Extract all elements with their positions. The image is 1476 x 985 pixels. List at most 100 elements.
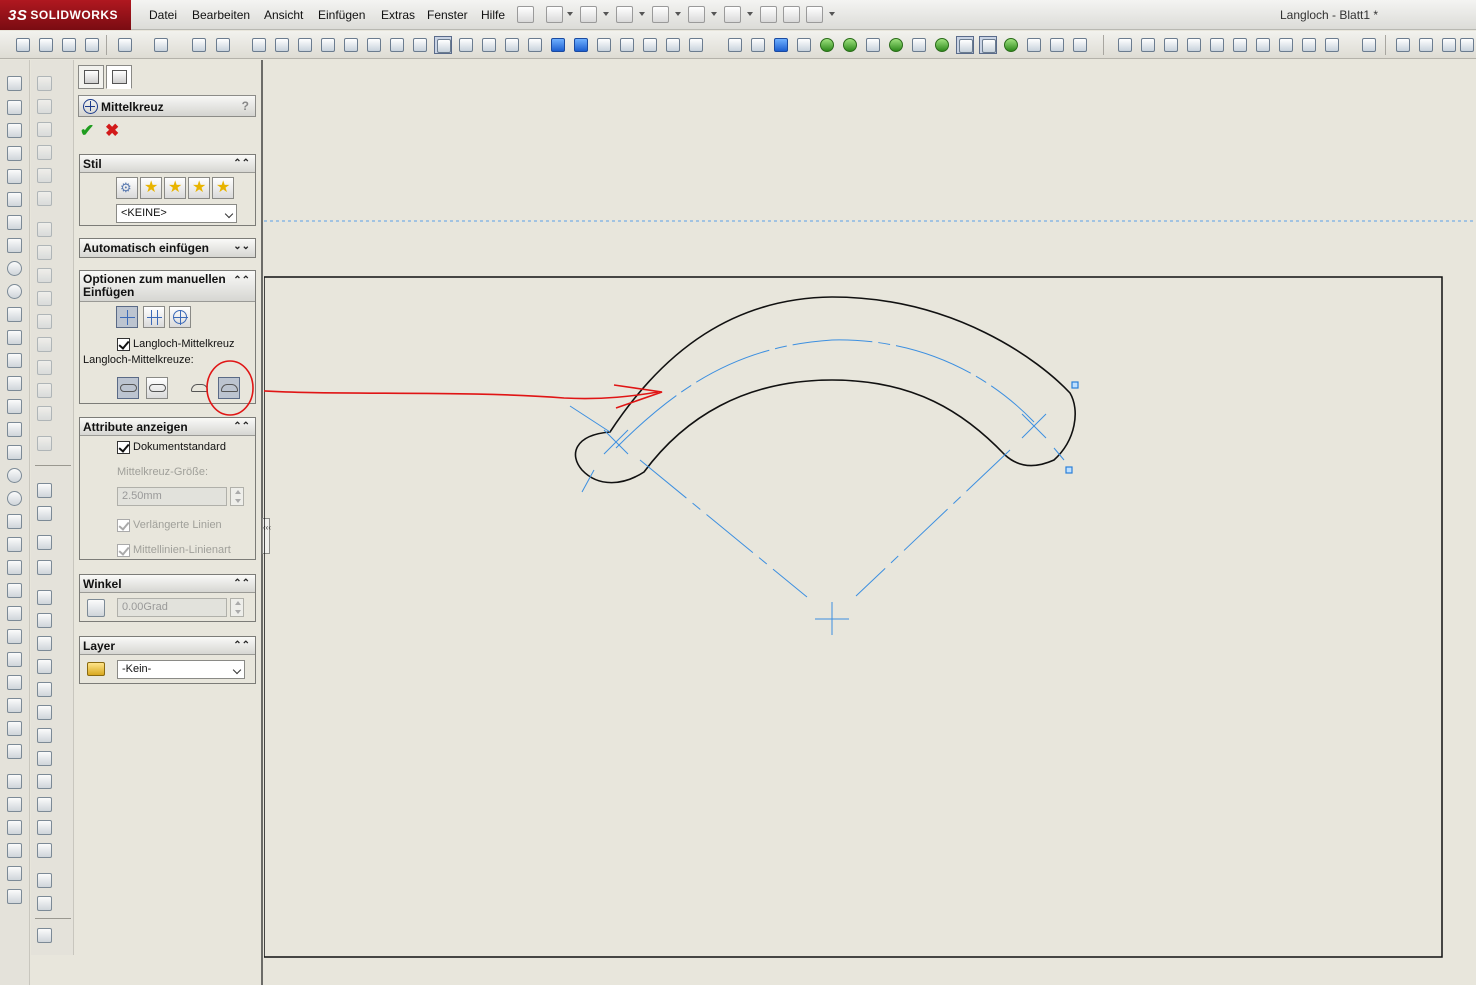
geometric-tolerance-icon[interactable] xyxy=(1254,36,1272,54)
circular-pattern-icon[interactable] xyxy=(7,744,22,759)
save-icon[interactable] xyxy=(616,6,633,23)
magnet-icon[interactable] xyxy=(7,675,22,690)
diamond-icon[interactable] xyxy=(7,399,22,414)
linear-center-mark-button[interactable] xyxy=(143,306,165,328)
menu-extras[interactable]: Extras xyxy=(381,8,415,22)
single-center-mark-button[interactable] xyxy=(116,306,138,328)
solidworks-logo[interactable]: 3S SOLIDWORKS xyxy=(0,0,131,30)
block-icon[interactable] xyxy=(1417,36,1435,54)
mark-size-input[interactable]: 2.50mm xyxy=(117,487,227,506)
add-style-button[interactable]: ★ xyxy=(140,177,162,199)
angle-spinner[interactable] xyxy=(230,598,244,617)
view-front-icon[interactable] xyxy=(250,36,268,54)
section-view-icon[interactable] xyxy=(526,36,544,54)
sum-icon[interactable] xyxy=(1277,36,1295,54)
document-standard-checkbox[interactable] xyxy=(117,441,130,454)
point-icon[interactable] xyxy=(7,215,22,230)
select-dropdown-icon[interactable] xyxy=(747,12,753,16)
options-dropdown-icon[interactable] xyxy=(829,12,835,16)
note-annot-icon[interactable] xyxy=(37,590,52,605)
view-back-icon[interactable] xyxy=(273,36,291,54)
balloon-annot-icon[interactable] xyxy=(37,613,52,628)
broken-view-icon[interactable] xyxy=(37,191,52,206)
spell-check-icon[interactable] xyxy=(60,36,78,54)
predefined-view-icon[interactable] xyxy=(37,383,52,398)
scene-icon[interactable] xyxy=(749,36,767,54)
circle-icon[interactable] xyxy=(7,261,22,276)
view-palette-icon[interactable] xyxy=(37,436,52,451)
trim-icon[interactable] xyxy=(7,146,22,161)
smart-dim-annot-icon[interactable] xyxy=(37,483,52,498)
straight-slot-icon[interactable] xyxy=(7,445,22,460)
model-view-icon[interactable] xyxy=(37,291,52,306)
relation-icon[interactable] xyxy=(7,843,22,858)
section-view-tool-icon[interactable] xyxy=(37,145,52,160)
spline-icon[interactable] xyxy=(7,353,22,368)
hole-callout-icon[interactable] xyxy=(1231,36,1249,54)
apply-default-style-button[interactable]: ⚙ xyxy=(116,177,138,199)
perspective-icon[interactable] xyxy=(595,36,613,54)
collapse-chevron-icon[interactable]: ⌃⌃ xyxy=(233,274,250,287)
layer-select[interactable]: -Kein- xyxy=(117,660,245,679)
display-sketches-icon[interactable] xyxy=(933,36,951,54)
sketch-icon[interactable] xyxy=(7,76,22,91)
pin-icon[interactable] xyxy=(517,6,534,23)
view-border[interactable] xyxy=(264,276,1443,958)
undo-dropdown-icon[interactable] xyxy=(711,12,717,16)
centerline-font-checkbox[interactable] xyxy=(117,544,130,557)
note-icon[interactable] xyxy=(1139,36,1157,54)
display-planes-icon[interactable] xyxy=(795,36,813,54)
format-painter-icon[interactable] xyxy=(83,36,101,54)
auto-balloon-icon[interactable] xyxy=(37,636,52,651)
slot-centerline-arc[interactable] xyxy=(615,339,1035,449)
arc-icon[interactable] xyxy=(7,284,22,299)
display-points-icon[interactable] xyxy=(841,36,859,54)
update-view-icon[interactable] xyxy=(37,406,52,421)
extended-lines-checkbox[interactable] xyxy=(117,519,130,532)
format-painter-annot-icon[interactable] xyxy=(37,560,52,575)
hidden-lines-visible-icon[interactable] xyxy=(480,36,498,54)
offset-icon[interactable] xyxy=(7,606,22,621)
surface-finish-annot-icon[interactable] xyxy=(37,659,52,674)
rotate-icon[interactable] xyxy=(772,36,790,54)
spell-checker-annot-icon[interactable] xyxy=(37,535,52,550)
menu-datei[interactable]: Datei xyxy=(149,8,177,22)
expand-chevron-icon[interactable]: ⌄⌄ xyxy=(233,241,250,252)
display-curves-icon[interactable] xyxy=(910,36,928,54)
crop-view-icon[interactable] xyxy=(37,222,52,237)
ellipse-icon[interactable] xyxy=(7,491,22,506)
group-manual-insert-header[interactable]: Optionen zum manuellen Einfügen ⌃⌃ xyxy=(80,271,255,302)
convert-icon[interactable] xyxy=(7,629,22,644)
text-tool-icon[interactable] xyxy=(7,820,22,835)
view-top-icon[interactable] xyxy=(342,36,360,54)
break-icon[interactable] xyxy=(37,268,52,283)
redo-view-icon[interactable] xyxy=(152,36,170,54)
smart-dimension-icon[interactable] xyxy=(14,36,32,54)
center-mark-icon[interactable] xyxy=(1440,36,1458,54)
curvature-icon[interactable] xyxy=(641,36,659,54)
ok-button[interactable]: ✔ xyxy=(80,122,98,140)
balloon-icon[interactable] xyxy=(1162,36,1180,54)
display-lights-icon[interactable] xyxy=(1025,36,1043,54)
angle-input[interactable]: 0.00Grad xyxy=(117,598,227,617)
cosmetic-thread-icon[interactable] xyxy=(37,797,52,812)
collapse-chevron-icon[interactable]: ⌃⌃ xyxy=(233,421,250,432)
help-button[interactable]: ? xyxy=(242,99,249,113)
stretch-icon[interactable] xyxy=(7,797,22,812)
block-tool-icon[interactable] xyxy=(7,774,22,789)
auxiliary-view-icon[interactable] xyxy=(37,122,52,137)
hatch-annot-icon[interactable] xyxy=(37,820,52,835)
three-point-arc-icon[interactable] xyxy=(7,330,22,345)
drawing-canvas[interactable] xyxy=(264,60,1476,985)
block-annot-icon[interactable] xyxy=(37,843,52,858)
print-dropdown-icon[interactable] xyxy=(675,12,681,16)
rebuild-icon[interactable] xyxy=(760,6,777,23)
display-origins-icon[interactable] xyxy=(864,36,882,54)
surface-finish-icon[interactable] xyxy=(1185,36,1203,54)
parabola-icon[interactable] xyxy=(7,514,22,529)
open-dropdown-icon[interactable] xyxy=(603,12,609,16)
wireframe-icon[interactable] xyxy=(457,36,475,54)
undo-view-icon[interactable] xyxy=(116,36,134,54)
view-dimetric-icon[interactable] xyxy=(411,36,429,54)
smart-dim-icon[interactable] xyxy=(7,100,22,115)
